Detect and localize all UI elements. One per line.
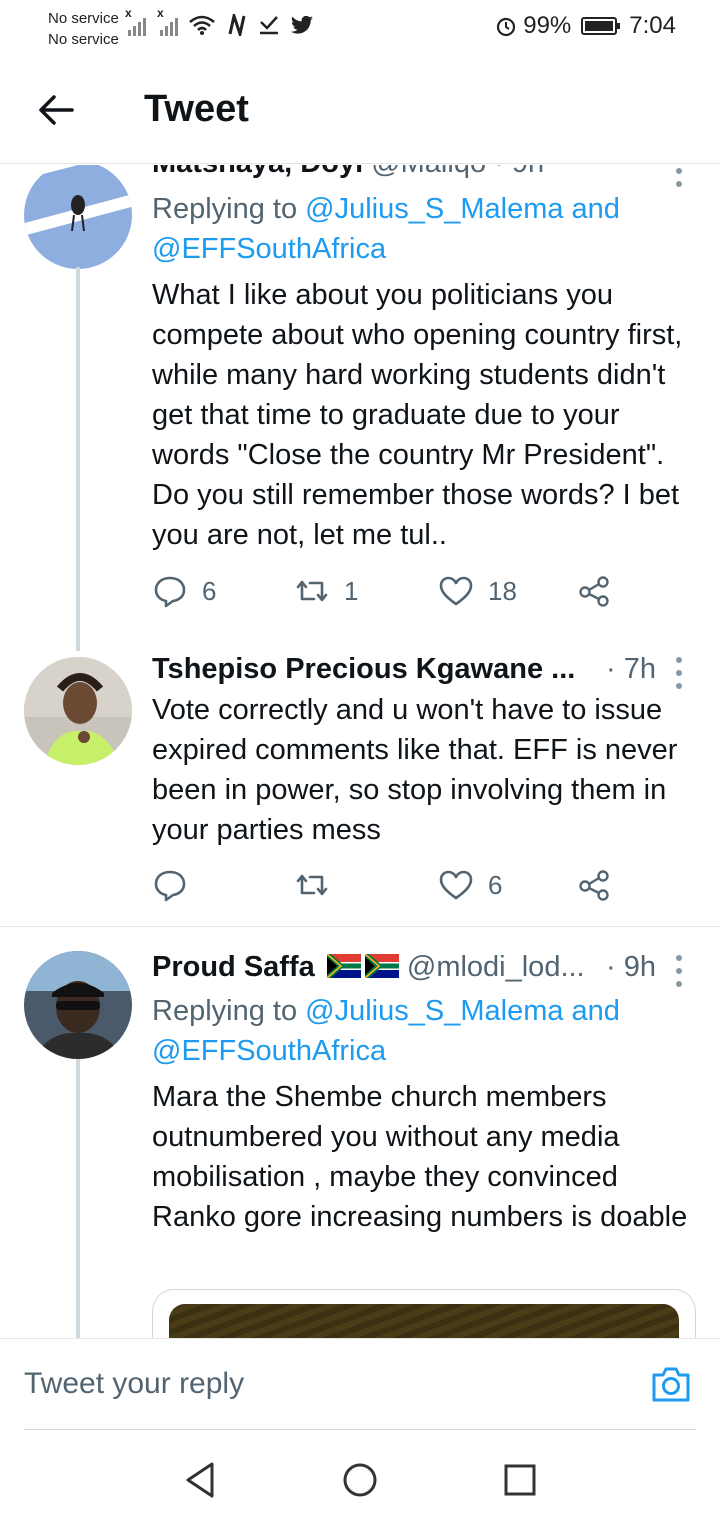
reply-count: 6	[202, 575, 217, 606]
battery-percent: 99%	[523, 12, 572, 39]
mention-link[interactable]: @Julius_S_Malema and	[305, 995, 620, 1027]
signal-icon: x	[157, 6, 178, 36]
avatar[interactable]	[24, 165, 132, 269]
author-name[interactable]: Tshepiso Precious Kgawane ...	[152, 653, 575, 685]
reply-input[interactable]: Tweet your reply	[24, 1367, 244, 1401]
carrier-info: No service No service	[48, 8, 119, 50]
signal-icon: x	[125, 6, 146, 36]
like-count: 18	[488, 575, 517, 606]
retweet-button[interactable]	[294, 867, 344, 903]
reply-bar: Tweet your reply	[0, 1338, 720, 1430]
avatar[interactable]	[24, 657, 132, 765]
camera-icon[interactable]	[650, 1363, 692, 1405]
twitter-icon	[291, 15, 313, 34]
mention-link[interactable]: @EFFSouthAfrica	[152, 233, 386, 265]
share-button[interactable]	[576, 573, 612, 609]
retweet-icon	[296, 580, 328, 602]
reply-button[interactable]	[152, 867, 202, 903]
replying-to: Replying to @Julius_S_Malema and @EFFSou…	[152, 991, 692, 1071]
tweet-item[interactable]: Tshepiso Precious Kgawane ... · 7h Vote …	[0, 645, 720, 925]
tweet-actions: 6 1 18	[152, 573, 672, 613]
retweet-button[interactable]: 1	[294, 573, 358, 609]
reply-icon	[154, 576, 186, 608]
back-arrow-icon[interactable]	[34, 88, 78, 132]
author-handle[interactable]: @mlodi_lod...	[407, 951, 585, 983]
tweet-time: · 7h	[606, 653, 656, 685]
divider	[0, 926, 720, 927]
share-button[interactable]	[576, 867, 612, 903]
avatar[interactable]	[24, 951, 132, 1059]
heart-icon	[439, 576, 473, 606]
status-bar: No service No service x x 99% 7:04	[0, 0, 720, 56]
tweet-feed[interactable]: Matshaya, Doyi @Maliqo · 9h Replying to …	[0, 165, 720, 1338]
replying-prefix: Replying to	[152, 995, 298, 1027]
share-icon	[579, 870, 609, 901]
tweet-text: What I like about you politicians you co…	[152, 279, 683, 551]
tweet-header: Matshaya, Doyi @Maliqo · 9h	[152, 165, 696, 181]
retweet-icon	[296, 874, 328, 896]
heart-icon	[439, 870, 473, 900]
system-nav-bar	[0, 1430, 720, 1520]
reply-button[interactable]: 6	[152, 573, 216, 609]
download-icon	[260, 16, 278, 35]
replying-to: Replying to @Julius_S_Malema and @EFFSou…	[152, 189, 692, 269]
carrier-1: No service	[48, 10, 119, 27]
tweet-actions: 6	[152, 867, 672, 907]
author-name[interactable]: Proud Saffa	[152, 951, 315, 983]
alarm-icon	[497, 17, 516, 37]
tweet-time: · 9h	[606, 951, 656, 983]
thread-line	[76, 1059, 80, 1338]
tweet-text: Mara the Shembe church members outnumber…	[152, 1081, 688, 1233]
retweet-count: 1	[344, 575, 359, 606]
replying-prefix: Replying to	[152, 193, 298, 225]
tweet-text: Vote correctly and u won't have to issue…	[152, 694, 678, 846]
tweet-item[interactable]: Proud Saffa @mlodi_lod... · 9h Replying …	[0, 941, 720, 1338]
south-africa-flag-icon	[364, 954, 399, 978]
nav-back-icon[interactable]	[182, 1460, 222, 1500]
tweet-time: · 9h	[494, 165, 544, 179]
media-image[interactable]	[169, 1304, 679, 1338]
app-header: Tweet	[0, 56, 720, 164]
carrier-2: No service	[48, 31, 119, 48]
like-button[interactable]: 6	[438, 867, 502, 903]
thread-line	[76, 267, 80, 651]
tweet-header: Proud Saffa @mlodi_lod... · 9h	[152, 951, 696, 985]
like-count: 6	[488, 869, 503, 900]
share-icon	[579, 576, 609, 607]
nfc-icon	[228, 14, 246, 36]
clock: 7:04	[629, 12, 676, 39]
battery-icon	[581, 17, 621, 35]
like-button[interactable]: 18	[438, 573, 517, 609]
reply-icon	[154, 870, 186, 902]
nav-home-icon[interactable]	[340, 1460, 380, 1500]
author-name[interactable]: Matshaya, Doyi	[152, 165, 363, 179]
page-title: Tweet	[144, 88, 249, 130]
wifi-icon	[189, 15, 215, 35]
author-handle[interactable]: @Maliqo	[371, 165, 486, 179]
tweet-header: Tshepiso Precious Kgawane ... · 7h	[152, 653, 696, 687]
mention-link[interactable]: @EFFSouthAfrica	[152, 1035, 386, 1067]
more-options-icon[interactable]	[676, 165, 684, 187]
south-africa-flag-icon	[326, 954, 361, 978]
media-preview[interactable]	[152, 1289, 696, 1338]
more-options-icon[interactable]	[676, 955, 684, 987]
mention-link[interactable]: @Julius_S_Malema and	[305, 193, 620, 225]
nav-recents-icon[interactable]	[500, 1460, 540, 1500]
more-options-icon[interactable]	[676, 657, 684, 689]
